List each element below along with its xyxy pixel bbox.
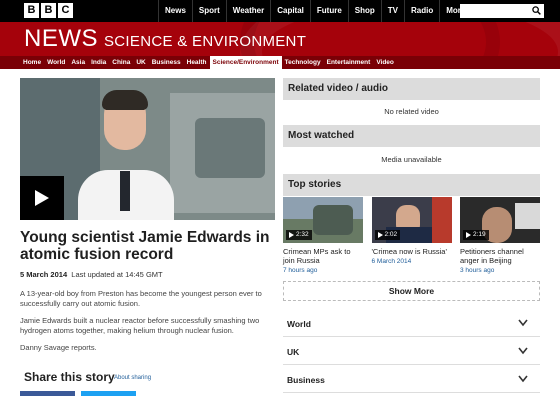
accordion-business[interactable]: Business xyxy=(283,367,540,393)
story-item[interactable]: 2:02 'Crimea now is Russia' 6 March 2014 xyxy=(371,197,452,274)
logo-letter: B xyxy=(24,3,39,18)
facebook-share-button[interactable] xyxy=(20,391,75,396)
share-buttons xyxy=(20,391,136,396)
story-time: 3 hours ago xyxy=(460,267,495,274)
logo-letter: C xyxy=(58,3,73,18)
duration-badge: 2:32 xyxy=(286,230,312,240)
subnav-asia[interactable]: Asia xyxy=(68,56,88,69)
global-nav: News Sport Weather Capital Future Shop T… xyxy=(158,0,478,22)
most-watched-box: Most watched Media unavailable xyxy=(283,125,540,173)
related-video-empty: No related video xyxy=(384,107,439,116)
article-date: 5 March 2014 xyxy=(20,270,68,279)
story-item[interactable]: 2:32 Crimean MPs ask to join Russia 7 ho… xyxy=(283,197,363,274)
global-header: B B C News Sport Weather Capital Future … xyxy=(0,0,560,22)
story-duration: 2:02 xyxy=(384,231,398,238)
top-stories-box: Top stories xyxy=(283,174,540,196)
thumbnail-image xyxy=(313,205,353,235)
play-icon xyxy=(289,232,294,238)
chevron-down-icon xyxy=(518,375,528,383)
video-still xyxy=(195,118,265,178)
accordion-label: World xyxy=(287,319,311,329)
subnav-uk[interactable]: UK xyxy=(133,56,148,69)
duration-badge: 2:19 xyxy=(463,230,489,240)
story-title[interactable]: Petitioners channel anger in Beijing xyxy=(460,247,540,265)
thumbnail-image xyxy=(431,197,452,243)
global-nav-shop[interactable]: Shop xyxy=(347,0,381,22)
story-time: 7 hours ago xyxy=(283,267,318,274)
story-title[interactable]: Crimean MPs ask to join Russia xyxy=(283,247,363,265)
most-watched-empty: Media unavailable xyxy=(381,155,442,164)
section-banner: NEWS SCIENCE & ENVIRONMENT xyxy=(0,22,560,56)
story-title[interactable]: 'Crimea now is Russia' xyxy=(372,247,452,256)
global-nav-tv[interactable]: TV xyxy=(380,0,404,22)
about-sharing-link[interactable]: About sharing xyxy=(114,375,151,381)
top-stories-title: Top stories xyxy=(283,174,540,196)
subnav-technology[interactable]: Technology xyxy=(282,56,324,69)
chevron-down-icon xyxy=(518,319,528,327)
story-item[interactable]: 2:19 Petitioners channel anger in Beijin… xyxy=(460,197,540,274)
subnav-home[interactable]: Home xyxy=(20,56,44,69)
bbc-logo[interactable]: B B C xyxy=(24,3,73,18)
search-input[interactable] xyxy=(460,4,544,18)
top-stories-list: 2:32 Crimean MPs ask to join Russia 7 ho… xyxy=(283,197,540,274)
article-paragraph: Danny Savage reports. xyxy=(20,343,97,352)
most-watched-title: Most watched xyxy=(283,125,540,147)
accordion-world[interactable]: World xyxy=(283,311,540,337)
related-video-title: Related video / audio xyxy=(283,78,540,100)
related-video-box: Related video / audio No related video xyxy=(283,78,540,124)
article-paragraph: Jamie Edwards built a nuclear reactor be… xyxy=(20,316,260,335)
subnav-science-environment[interactable]: Science/Environment xyxy=(209,56,282,69)
article-dateline: 5 March 2014 Last updated at 14:45 GMT xyxy=(20,270,163,279)
global-nav-capital[interactable]: Capital xyxy=(270,0,310,22)
story-duration: 2:19 xyxy=(473,231,486,238)
global-nav-future[interactable]: Future xyxy=(309,0,348,22)
subnav-world[interactable]: World xyxy=(44,56,68,69)
subnav-china[interactable]: China xyxy=(109,56,133,69)
thumbnail-image xyxy=(515,203,540,229)
subnav-india[interactable]: India xyxy=(88,56,109,69)
global-nav-news[interactable]: News xyxy=(158,0,192,22)
global-nav-radio[interactable]: Radio xyxy=(404,0,439,22)
show-more-button[interactable]: Show More xyxy=(283,281,540,301)
story-thumbnail[interactable]: 2:19 xyxy=(460,197,540,243)
play-icon xyxy=(466,232,471,238)
play-icon xyxy=(377,232,383,238)
share-title: Share this story xyxy=(24,370,115,384)
accordion-label: Business xyxy=(287,375,325,385)
accordion-label: UK xyxy=(287,347,300,357)
global-nav-sport[interactable]: Sport xyxy=(191,0,226,22)
section-title[interactable]: SCIENCE & ENVIRONMENT xyxy=(104,33,306,50)
article-headline: Young scientist Jamie Edwards in atomic … xyxy=(20,229,270,263)
accordion-uk[interactable]: UK xyxy=(283,339,540,365)
subnav-entertainment[interactable]: Entertainment xyxy=(324,56,374,69)
search-icon[interactable] xyxy=(532,6,541,15)
play-icon xyxy=(35,190,49,206)
subnav-video[interactable]: Video xyxy=(373,56,397,69)
section-nav: Home World Asia India China UK Business … xyxy=(0,56,560,69)
video-still xyxy=(102,90,148,110)
chevron-down-icon xyxy=(518,347,528,355)
logo-letter: B xyxy=(41,3,56,18)
global-nav-weather[interactable]: Weather xyxy=(225,0,270,22)
article-paragraph: A 13-year-old boy from Preston has becom… xyxy=(20,289,262,308)
subnav-health[interactable]: Health xyxy=(184,56,210,69)
news-logo[interactable]: NEWS xyxy=(24,25,98,53)
subnav-business[interactable]: Business xyxy=(149,56,184,69)
video-still xyxy=(120,171,130,211)
play-button[interactable] xyxy=(20,176,64,220)
twitter-share-button[interactable] xyxy=(81,391,136,396)
duration-badge: 2:02 xyxy=(374,230,401,240)
video-player[interactable] xyxy=(20,78,275,220)
story-thumbnail[interactable]: 2:32 xyxy=(283,197,363,243)
story-time: 6 March 2014 xyxy=(371,258,412,265)
article-updated: Last updated at 14:45 GMT xyxy=(71,270,163,279)
story-duration: 2:32 xyxy=(296,231,309,238)
story-thumbnail[interactable]: 2:02 xyxy=(371,197,452,243)
